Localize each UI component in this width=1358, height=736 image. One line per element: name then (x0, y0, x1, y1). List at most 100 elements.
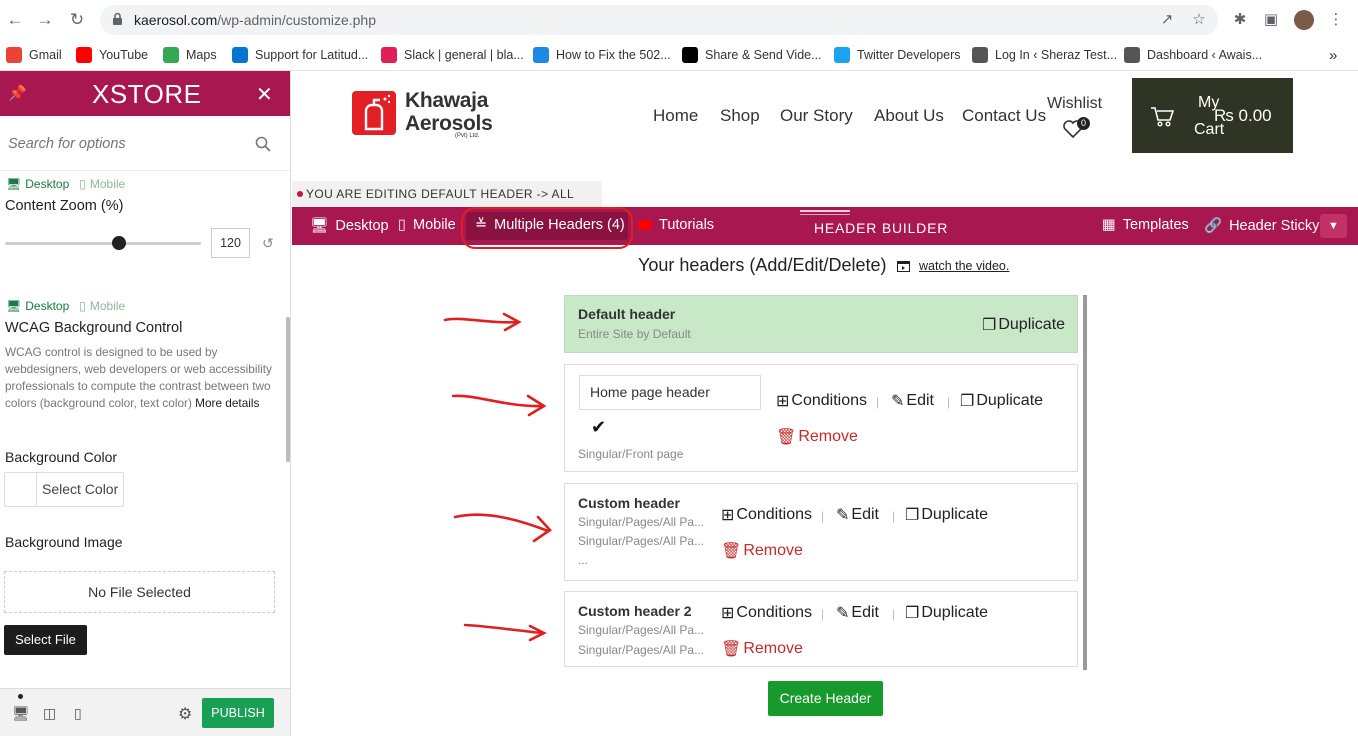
select-color-button[interactable]: Select Color (4, 472, 124, 507)
close-icon[interactable]: ✕ (256, 82, 273, 107)
forward-icon[interactable]: → (34, 9, 56, 31)
bookmark-item[interactable]: YouTube (76, 44, 148, 66)
back-icon[interactable]: ← (4, 9, 26, 31)
trash-icon: 🗑 (776, 429, 797, 446)
edit-label: Edit (851, 604, 879, 621)
logo-text[interactable]: Khawaja Aerosols (405, 89, 493, 135)
edit-button[interactable]: ✎ Edit (836, 603, 879, 623)
bookmark-item[interactable]: How to Fix the 502... (533, 44, 671, 66)
bookmark-item[interactable]: Slack | general | bla... (381, 44, 524, 66)
bg-image-label: Background Image (5, 534, 123, 550)
menu-icon[interactable]: ⋮ (1325, 9, 1347, 31)
edit-button[interactable]: ✎ Edit (836, 505, 879, 525)
search-input[interactable] (8, 132, 248, 156)
device-mobile[interactable]: ▯ Mobile (79, 299, 125, 313)
extensions-icon[interactable]: ✱ (1229, 9, 1251, 31)
nav-shop[interactable]: Shop (720, 106, 760, 126)
title-decoration (800, 214, 850, 215)
duplicate-button[interactable]: ❐ Duplicate (960, 391, 1043, 411)
more-details-link[interactable]: More details (195, 396, 259, 410)
header-card: Custom header 2 Singular/Pages/All Pa...… (564, 591, 1078, 667)
zoom-slider[interactable] (5, 242, 201, 245)
bookmark-item[interactable]: Gmail (6, 44, 62, 66)
publish-button[interactable]: PUBLISH (202, 698, 274, 728)
gear-icon[interactable]: ⚙ (178, 704, 192, 724)
dell-icon (232, 47, 248, 63)
check-icon[interactable]: ✔ (591, 417, 606, 438)
bookmark-item[interactable]: Log In ‹ Sheraz Test... (972, 44, 1117, 66)
duplicate-button[interactable]: ❐ Duplicate (982, 315, 1065, 335)
header-name-input[interactable]: Home page header (579, 375, 761, 410)
wishlist-link[interactable]: Wishlist (1047, 95, 1102, 113)
file-dropzone[interactable]: No File Selected (4, 571, 275, 613)
copy-icon: ❐ (905, 605, 920, 622)
preview-desktop-icon[interactable]: 🖥 (12, 705, 30, 722)
bookmark-label: Log In ‹ Sheraz Test... (995, 48, 1118, 62)
reload-icon[interactable]: ↻ (66, 9, 88, 31)
bookmark-label: Maps (186, 48, 217, 62)
bookmark-item[interactable]: Maps (163, 44, 217, 66)
watch-video-link[interactable]: watch the video. (919, 259, 1009, 273)
bookmark-label: Gmail (29, 48, 62, 62)
bookmark-label: How to Fix the 502... (556, 48, 671, 62)
create-header-button[interactable]: Create Header (768, 681, 883, 716)
address-bar[interactable]: kaerosol.com/wp-admin/customize.php ↗ ☆ (100, 5, 1218, 35)
bookmark-label: Share & Send Vide... (705, 48, 822, 62)
reset-icon[interactable]: ↺ (262, 235, 274, 252)
preview-mobile-icon[interactable]: ▯ (74, 705, 82, 722)
builder-desktop-tab[interactable]: 🖥 Desktop (310, 217, 389, 235)
builder-mobile-tab[interactable]: ▯ Mobile (398, 217, 456, 233)
nav-home[interactable]: Home (653, 106, 698, 126)
remove-label: Remove (743, 640, 803, 657)
grid-icon: ▦ (1102, 217, 1116, 233)
edit-button[interactable]: ✎ Edit (891, 391, 934, 411)
nav-contact-us[interactable]: Contact Us (962, 106, 1046, 126)
active-device-dot (18, 694, 23, 699)
star-icon[interactable]: ☆ (1188, 9, 1210, 31)
panel-scrollbar[interactable] (286, 317, 290, 462)
conditions-icon: ⊞ (776, 393, 790, 410)
bookmark-label: Slack | general | bla... (404, 48, 524, 62)
device-desktop[interactable]: 🖥 Desktop (6, 177, 69, 191)
headers-list-scrollbar[interactable] (1083, 295, 1087, 670)
bookmark-item[interactable]: Support for Latitud... (232, 44, 368, 66)
remove-button[interactable]: 🗑 Remove (721, 541, 803, 561)
url-text[interactable]: kaerosol.com/wp-admin/customize.php (134, 12, 376, 28)
sidepanel-icon[interactable]: ▣ (1260, 9, 1282, 31)
pin-icon[interactable]: 📌 (8, 84, 27, 102)
conditions-button[interactable]: ⊞ Conditions (721, 603, 812, 623)
trash-icon: 🗑 (721, 543, 742, 560)
bookmark-item[interactable]: Dashboard ‹ Awais... (1124, 44, 1262, 66)
select-file-button[interactable]: Select File (4, 625, 87, 655)
conditions-label: Conditions (791, 392, 868, 409)
zoom-value-input[interactable]: 120 (211, 228, 250, 258)
preview-tablet-icon[interactable]: ◫ (43, 705, 56, 722)
chevron-down-icon[interactable]: ▼ (1320, 214, 1347, 238)
remove-button[interactable]: 🗑 Remove (776, 427, 858, 447)
header-condition: Entire Site by Default (578, 327, 691, 341)
remove-button[interactable]: 🗑 Remove (721, 639, 803, 659)
nav-about-us[interactable]: About Us (874, 106, 944, 126)
duplicate-button[interactable]: ❐ Duplicate (905, 603, 988, 623)
zoom-slider-thumb[interactable] (111, 236, 126, 250)
header-card-default: Default header Entire Site by Default ❐ D… (564, 295, 1078, 353)
templates-tab[interactable]: ▦ Templates (1102, 217, 1189, 233)
tutorials-tab[interactable]: Tutorials (638, 217, 714, 233)
nav-our-story[interactable]: Our Story (780, 106, 853, 126)
header-builder-title: HEADER BUILDER (814, 220, 949, 236)
conditions-button[interactable]: ⊞ Conditions (776, 391, 867, 411)
cart-button[interactable]: My Cart ₨ 0.00 (1132, 78, 1293, 153)
header-condition: Singular/Pages/All Pa... (578, 623, 705, 637)
divider: | (821, 607, 825, 621)
header-sticky-tab[interactable]: 🔗 Header Sticky (1204, 217, 1319, 235)
share-icon[interactable]: ↗ (1156, 9, 1178, 31)
conditions-button[interactable]: ⊞ Conditions (721, 505, 812, 525)
device-mobile[interactable]: ▯ Mobile (79, 177, 125, 191)
avatar[interactable] (1293, 9, 1315, 31)
bookmark-item[interactable]: Share & Send Vide... (682, 44, 822, 66)
bookmark-item[interactable]: Twitter Developers (834, 44, 961, 66)
duplicate-button[interactable]: ❐ Duplicate (905, 505, 988, 525)
header-condition: Singular/Pages/All Pa... (578, 515, 705, 529)
device-desktop[interactable]: 🖥 Desktop (6, 299, 69, 313)
more-bookmarks-icon[interactable]: » (1329, 44, 1337, 66)
